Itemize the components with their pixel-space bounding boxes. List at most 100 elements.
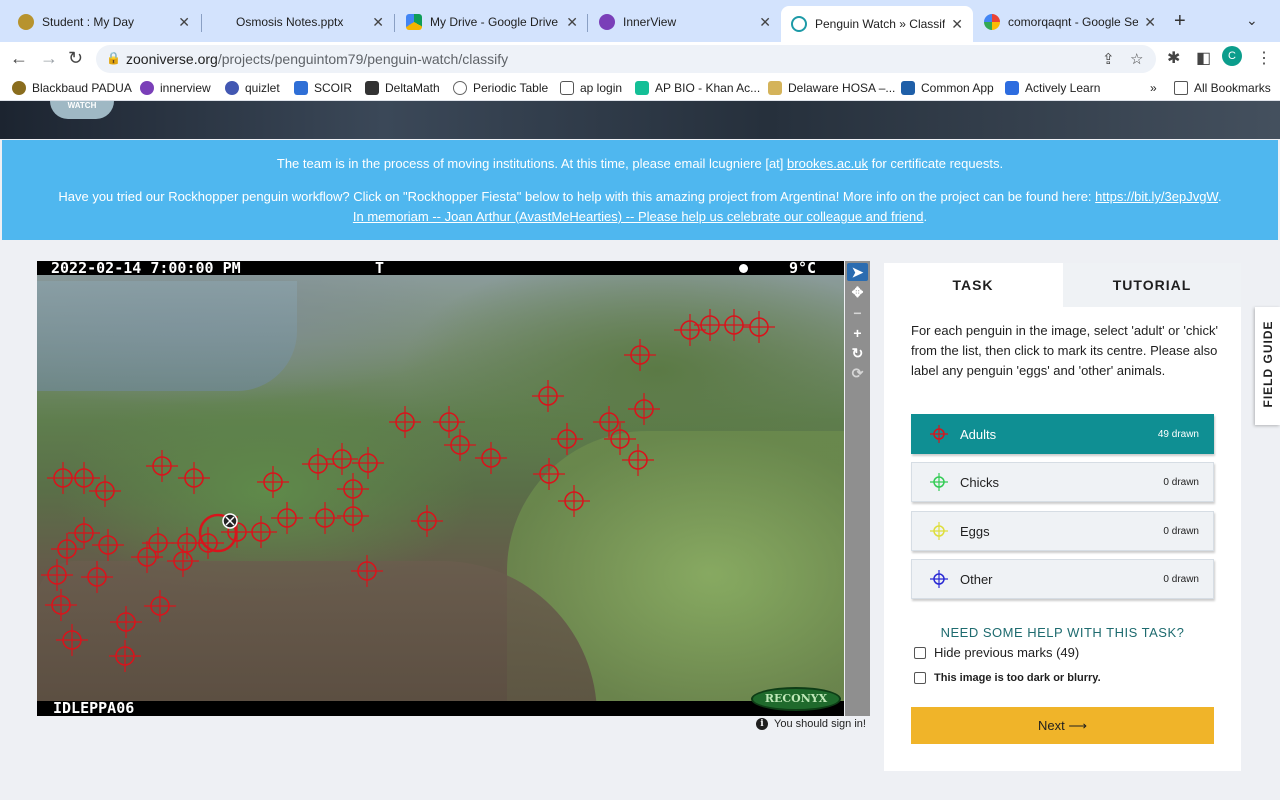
tab-osmosis-notes[interactable]: Osmosis Notes.pptx ✕ (202, 6, 394, 38)
move-tool-button[interactable]: ✥ (847, 283, 868, 301)
adult-mark[interactable] (109, 640, 141, 672)
pointer-tool-button[interactable]: ➤ (847, 263, 868, 281)
adult-mark[interactable] (302, 448, 334, 480)
too-dark-checkbox[interactable]: This image is too dark or blurry. (914, 672, 1101, 684)
adult-mark[interactable] (533, 458, 565, 490)
close-tab-icon[interactable]: ✕ (1144, 14, 1156, 31)
bookmarks-overflow-button[interactable]: » (1150, 81, 1157, 95)
sign-in-notice[interactable]: i You should sign in! (756, 718, 866, 730)
side-panel-icon[interactable]: ◧ (1196, 48, 1211, 68)
adult-mark[interactable] (718, 309, 750, 341)
field-guide-tab[interactable]: FIELD GUIDE (1255, 307, 1280, 425)
adult-mark[interactable] (271, 502, 303, 534)
adult-mark[interactable] (110, 606, 142, 638)
adult-mark[interactable] (68, 462, 100, 494)
bookmark-khan-academy[interactable]: AP BIO - Khan Ac... (635, 81, 760, 95)
forward-icon[interactable]: → (40, 48, 58, 69)
all-bookmarks-button[interactable]: All Bookmarks (1174, 81, 1271, 95)
adult-mark[interactable] (411, 505, 443, 537)
adult-mark[interactable] (167, 545, 199, 577)
delete-mark-icon[interactable] (222, 513, 238, 529)
bookmark-common-app[interactable]: Common App (901, 81, 994, 95)
bookmark-periodic-table[interactable]: Periodic Table (453, 81, 548, 95)
bookmark-blackbaud[interactable]: Blackbaud PADUA (12, 81, 132, 95)
adult-mark[interactable] (674, 314, 706, 346)
tool-other[interactable]: Other 0 drawn (911, 559, 1214, 599)
bookmark-innerview[interactable]: innerview (140, 81, 211, 95)
tab-innerview[interactable]: InnerView ✕ (589, 6, 781, 38)
adult-mark[interactable] (337, 500, 369, 532)
reload-icon[interactable]: ↻ (68, 48, 83, 69)
bitly-link[interactable]: https://bit.ly/3epJvgW (1095, 189, 1218, 204)
adult-mark[interactable] (89, 475, 121, 507)
share-icon[interactable]: ⇪ (1102, 50, 1115, 68)
adult-mark[interactable] (624, 339, 656, 371)
adult-mark[interactable] (743, 311, 775, 343)
tab-student-my-day[interactable]: Student : My Day ✕ (8, 6, 200, 38)
bookmark-star-icon[interactable]: ☆ (1130, 50, 1143, 68)
adult-mark[interactable] (532, 380, 564, 412)
bookmark-quizlet[interactable]: quizlet (225, 81, 280, 95)
penguin-marks-layer[interactable] (37, 261, 844, 716)
adult-mark[interactable] (45, 589, 77, 621)
adult-mark[interactable] (92, 529, 124, 561)
adult-mark[interactable] (351, 555, 383, 587)
adult-mark[interactable] (257, 466, 289, 498)
tool-chicks[interactable]: Chicks 0 drawn (911, 462, 1214, 502)
adult-mark[interactable] (245, 516, 277, 548)
adult-mark[interactable] (309, 502, 341, 534)
zoom-in-button[interactable]: + (847, 324, 868, 342)
brookes-link[interactable]: brookes.ac.uk (787, 156, 868, 171)
adult-mark[interactable] (41, 559, 73, 591)
bookmark-delaware-hosa[interactable]: Delaware HOSA –... (768, 81, 895, 95)
adult-mark[interactable] (144, 590, 176, 622)
close-tab-icon[interactable]: ✕ (951, 16, 963, 33)
reset-view-button[interactable]: ⟳ (847, 364, 868, 382)
close-tab-icon[interactable]: ✕ (566, 14, 578, 31)
in-memoriam-link[interactable]: In memoriam -- Joan Arthur (AvastMeHeart… (353, 209, 924, 224)
extensions-icon[interactable]: ✱ (1167, 48, 1180, 68)
adult-mark[interactable] (51, 533, 83, 565)
next-button[interactable]: Next ⟶ (911, 707, 1214, 744)
back-icon[interactable]: ← (10, 48, 28, 69)
tool-adults[interactable]: Adults 49 drawn (911, 414, 1214, 454)
adult-mark[interactable] (192, 527, 224, 559)
new-tab-icon[interactable]: + (1174, 10, 1186, 33)
chrome-menu-icon[interactable]: ⋮ (1256, 48, 1272, 68)
adult-mark[interactable] (558, 485, 590, 517)
adult-mark[interactable] (146, 450, 178, 482)
penguin-watch-logo[interactable]: WATCH (50, 101, 114, 119)
close-tab-icon[interactable]: ✕ (759, 14, 771, 31)
tool-eggs[interactable]: Eggs 0 drawn (911, 511, 1214, 551)
rotate-button[interactable]: ↻ (847, 344, 868, 362)
tab-search-chevron-icon[interactable]: ⌄ (1246, 12, 1258, 29)
adult-mark[interactable] (56, 624, 88, 656)
tab-google-search[interactable]: comorqaqnt - Google Sea ✕ (974, 6, 1166, 38)
zoom-out-button[interactable]: − (847, 304, 868, 322)
tab-tutorial[interactable]: TUTORIAL (1063, 263, 1241, 307)
adult-mark[interactable] (68, 517, 100, 549)
bookmark-actively-learn[interactable]: Actively Learn (1005, 81, 1100, 95)
adult-mark[interactable] (622, 444, 654, 476)
tab-google-drive[interactable]: My Drive - Google Drive ✕ (396, 6, 588, 38)
address-bar[interactable]: 🔒 zooniverse.org/projects/penguintom79/p… (96, 45, 1156, 73)
tab-penguin-watch[interactable]: Penguin Watch » Classify ✕ (781, 6, 973, 42)
checkbox-box[interactable] (914, 672, 926, 684)
bookmark-scoir[interactable]: SCOIR (294, 81, 352, 95)
close-tab-icon[interactable]: ✕ (178, 14, 190, 31)
bookmark-ap-login[interactable]: ap login (560, 81, 622, 95)
adult-mark[interactable] (628, 393, 660, 425)
help-heading[interactable]: NEED SOME HELP WITH THIS TASK? (911, 625, 1214, 640)
adult-mark[interactable] (326, 443, 358, 475)
checkbox-box[interactable] (914, 646, 926, 659)
tab-task[interactable]: TASK (884, 263, 1062, 307)
hide-marks-checkbox[interactable]: Hide previous marks (49) (914, 645, 1079, 660)
profile-avatar[interactable]: C (1222, 46, 1242, 66)
adult-mark[interactable] (81, 561, 113, 593)
adult-mark[interactable] (551, 423, 583, 455)
adult-mark[interactable] (352, 447, 384, 479)
bookmark-deltamath[interactable]: DeltaMath (365, 81, 440, 95)
subject-viewer[interactable]: 2022-02-14 7:00:00 PM T 9°C IDLEPPA06 RE… (37, 261, 844, 716)
adult-mark[interactable] (389, 406, 421, 438)
close-tab-icon[interactable]: ✕ (372, 14, 384, 31)
